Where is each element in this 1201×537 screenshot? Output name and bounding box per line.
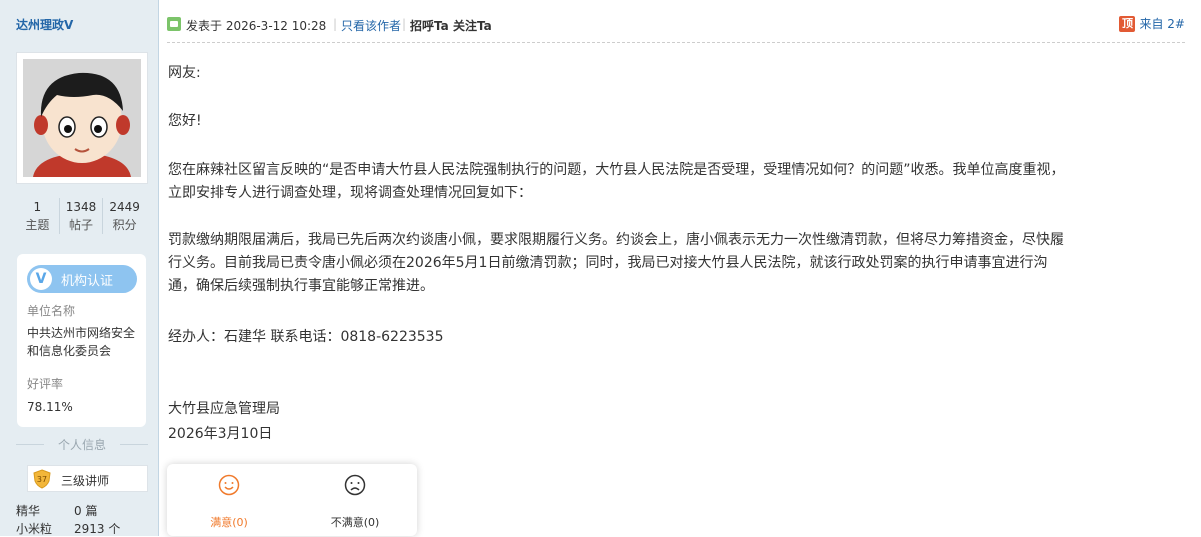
stat-label: 主题 <box>25 218 50 232</box>
info-row-value: 2913 个 <box>74 522 121 536</box>
satisfied-button[interactable]: 满意(0) <box>169 474 289 530</box>
info-row-rice: 小米粒 2913 个 <box>16 520 120 537</box>
avatar[interactable] <box>16 52 148 184</box>
level-number: 37 <box>37 475 47 484</box>
post-paragraph: 2026年3月10日 <box>168 426 273 442</box>
verified-icon: V <box>30 268 52 290</box>
post-date: 发表于 2026-3-12 10:28 <box>186 19 327 33</box>
bump-button[interactable]: 顶 <box>1119 15 1136 32</box>
post-paragraph: 网友: <box>168 65 201 81</box>
unit-name-value: 中共达州市网络安全和信息化委员会 <box>27 326 136 358</box>
info-row-label: 小米粒 <box>16 522 53 536</box>
avatar-image <box>23 59 141 177</box>
stat-label: 帖子 <box>69 218 94 232</box>
follow-link[interactable]: 关注Ta <box>453 17 492 34</box>
smile-icon <box>218 474 240 496</box>
post-paragraph: 大竹县应急管理局 <box>168 401 280 417</box>
unsatisfied-count: 不满意(0) <box>330 516 380 529</box>
post-paragraph: 罚款缴纳期限届满后，我局已先后两次约谈唐小佩，要求限期履行义务。约谈会上，唐小佩… <box>168 232 1064 294</box>
floor-number[interactable]: 来自 2# <box>1139 15 1185 32</box>
post-info-bar: 发表于 2026-3-12 10:28 | 只看该作者 | 招呼Ta 关注Ta … <box>167 14 1185 43</box>
rating-panel: 满意(0) 不满意(0) <box>167 464 417 536</box>
stat-points[interactable]: 2449 积分 <box>102 198 146 234</box>
info-row-essence: 精华 0 篇 <box>16 502 97 519</box>
post-paragraph: 您在麻辣社区留言反映的“是否申请大竹县人民法院强制执行的问题，大竹县人民法院是否… <box>168 162 1065 201</box>
unsatisfied-button[interactable]: 不满意(0) <box>295 474 415 530</box>
certification-badge-label: 机构认证 <box>61 274 114 289</box>
only-author-link[interactable]: 只看该作者 <box>341 17 401 34</box>
stat-threads[interactable]: 1 主题 <box>16 198 59 234</box>
greet-link[interactable]: 招呼Ta <box>410 17 449 34</box>
author-sidebar: 达州理政V 1 主题 1348 帖子 2449 积分 V 机构认证 单位名称 中… <box>0 0 159 536</box>
post-paragraph: 经办人：石建华 联系电话：0818-6223535 <box>168 329 444 345</box>
certification-badge[interactable]: V 机构认证 <box>27 265 137 293</box>
author-stats: 1 主题 1348 帖子 2449 积分 <box>16 198 146 234</box>
personal-info-title: 个人信息 <box>16 436 148 452</box>
rating-value: 78.11% <box>27 400 73 414</box>
frown-icon <box>344 474 366 496</box>
stat-value: 1348 <box>65 200 97 214</box>
info-row-label: 精华 <box>16 504 41 518</box>
stat-posts[interactable]: 1348 帖子 <box>58 198 103 234</box>
user-level: 37 三级讲师 <box>27 465 148 492</box>
post-main: 发表于 2026-3-12 10:28 | 只看该作者 | 招呼Ta 关注Ta … <box>159 0 1201 536</box>
level-shield-icon: 37 <box>33 469 51 489</box>
separator: | <box>402 17 407 31</box>
rating-label: 好评率 <box>27 377 64 391</box>
stat-value: 1 <box>33 200 42 214</box>
unit-name-label: 单位名称 <box>27 304 76 318</box>
info-row-value: 0 篇 <box>74 504 98 518</box>
online-status-icon <box>167 17 181 31</box>
stat-value: 2449 <box>109 200 140 214</box>
author-username[interactable]: 达州理政V <box>16 16 73 33</box>
level-title: 三级讲师 <box>61 474 110 488</box>
stat-label: 积分 <box>112 218 137 232</box>
certification-card: V 机构认证 单位名称 中共达州市网络安全和信息化委员会 好评率 78.11% <box>17 254 146 427</box>
separator: | <box>333 17 338 31</box>
post-paragraph: 您好! <box>168 113 202 129</box>
satisfied-count: 满意(0) <box>210 516 248 529</box>
floor-info: 顶 来自 2# <box>1119 15 1185 32</box>
